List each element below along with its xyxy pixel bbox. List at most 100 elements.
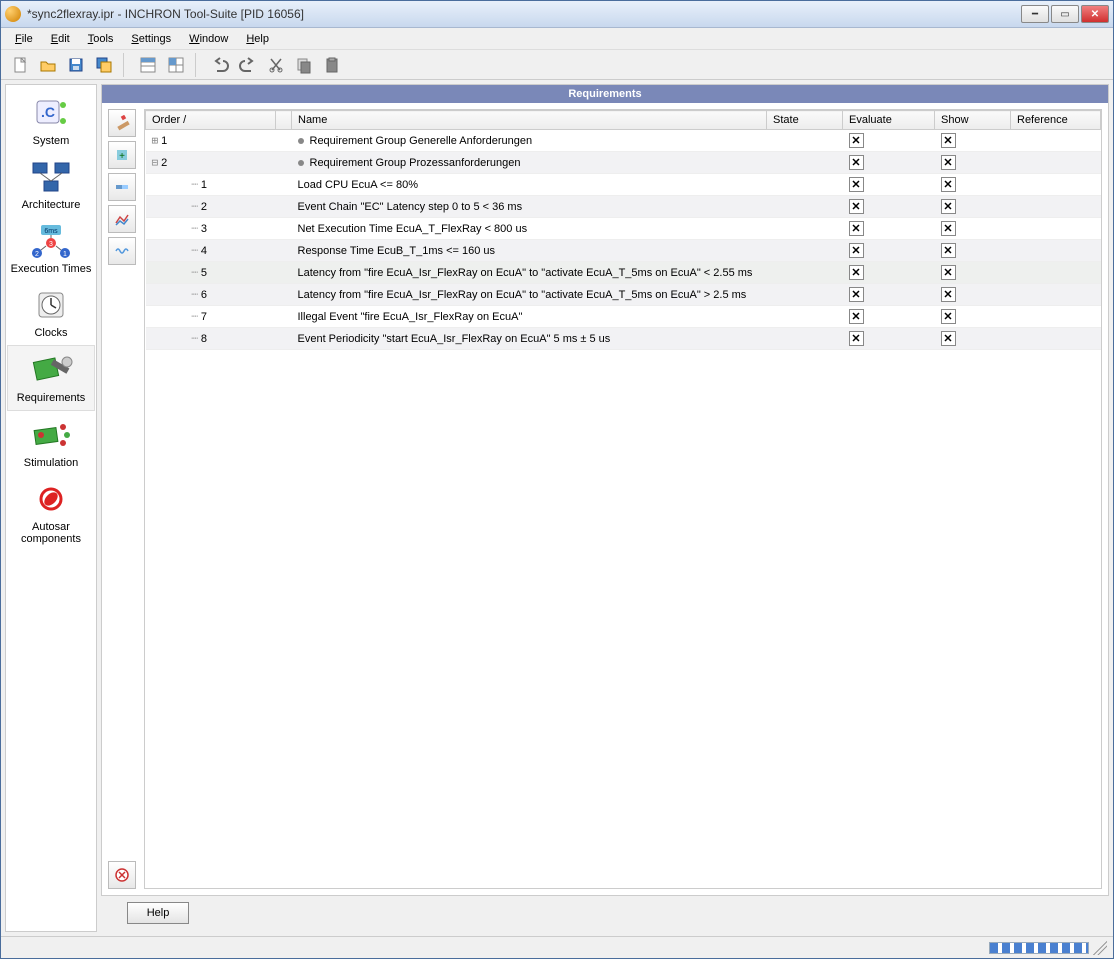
svg-text:.C: .C: [41, 104, 55, 120]
cell-show[interactable]: ✕: [935, 306, 1011, 328]
cell-evaluate[interactable]: ✕: [843, 174, 935, 196]
cell-state: [767, 328, 843, 350]
sidebar-label: System: [7, 135, 95, 147]
cell-reference: [1011, 328, 1101, 350]
toolbar-open-icon[interactable]: [35, 52, 61, 78]
panel-title: Requirements: [102, 85, 1108, 103]
cell-show[interactable]: ✕: [935, 174, 1011, 196]
close-button[interactable]: ✕: [1081, 5, 1109, 23]
toolbar-new-icon[interactable]: [7, 52, 33, 78]
menu-edit[interactable]: Edit: [43, 31, 78, 47]
cell-order: ┈ 7: [146, 306, 276, 328]
menu-window[interactable]: Window: [181, 31, 236, 47]
toolbar-paste-icon[interactable]: [319, 52, 345, 78]
menu-file[interactable]: File: [7, 31, 41, 47]
sidebar-icon: [23, 157, 79, 197]
table-row[interactable]: ┈ 7Illegal Event "fire EcuA_Isr_FlexRay …: [146, 306, 1101, 328]
cell-order: ┈ 3: [146, 218, 276, 240]
sidebar-label: Autosar components: [7, 521, 95, 545]
sidebar-item-autosar-components[interactable]: Autosar components: [7, 475, 95, 551]
table-row[interactable]: ┈ 2Event Chain "EC" Latency step 0 to 5 …: [146, 196, 1101, 218]
toolbar-cut-icon[interactable]: [263, 52, 289, 78]
sidebar-item-architecture[interactable]: Architecture: [7, 153, 95, 217]
cell-show[interactable]: ✕: [935, 328, 1011, 350]
resize-grip[interactable]: [1093, 941, 1107, 955]
menu-settings[interactable]: Settings: [123, 31, 179, 47]
cell-evaluate[interactable]: ✕: [843, 218, 935, 240]
toolbar-redo-icon[interactable]: [235, 52, 261, 78]
col-Name[interactable]: Name: [292, 111, 767, 130]
vtool-delete-icon[interactable]: [108, 861, 136, 889]
toolbar-grid2-icon[interactable]: [163, 52, 189, 78]
cell-evaluate[interactable]: ✕: [843, 130, 935, 152]
progress-indicator: [989, 942, 1089, 954]
vtool-wave-icon[interactable]: [108, 237, 136, 265]
cell-state: [767, 130, 843, 152]
vtool-paint-icon[interactable]: [108, 109, 136, 137]
requirements-table: Order / NameStateEvaluateShowReference ⊞ …: [145, 110, 1101, 350]
table-row[interactable]: ⊞ 1Requirement Group Generelle Anforderu…: [146, 130, 1101, 152]
toolbar-grid1-icon[interactable]: [135, 52, 161, 78]
table-row[interactable]: ┈ 1Load CPU EcuA <= 80%✕✕: [146, 174, 1101, 196]
svg-text:2: 2: [35, 251, 39, 258]
cell-reference: [1011, 152, 1101, 174]
cell-order: ┈ 5: [146, 262, 276, 284]
cell-evaluate[interactable]: ✕: [843, 196, 935, 218]
vtool-add-icon[interactable]: +: [108, 141, 136, 169]
cell-show[interactable]: ✕: [935, 284, 1011, 306]
cell-evaluate[interactable]: ✕: [843, 240, 935, 262]
cell-state: [767, 284, 843, 306]
col-sort[interactable]: [276, 111, 292, 130]
table-row[interactable]: ┈ 5Latency from "fire EcuA_Isr_FlexRay o…: [146, 262, 1101, 284]
table-row[interactable]: ┈ 8Event Periodicity "start EcuA_Isr_Fle…: [146, 328, 1101, 350]
table-row[interactable]: ┈ 4Response Time EcuB_T_1ms <= 160 us✕✕: [146, 240, 1101, 262]
sidebar-item-execution-times[interactable]: 6ms321Execution Times: [7, 217, 95, 281]
col-State[interactable]: State: [767, 111, 843, 130]
requirements-table-wrap[interactable]: Order / NameStateEvaluateShowReference ⊞ …: [144, 109, 1102, 889]
col-Show[interactable]: Show: [935, 111, 1011, 130]
sidebar-icon: [23, 415, 79, 455]
table-row[interactable]: ┈ 6Latency from "fire EcuA_Isr_FlexRay o…: [146, 284, 1101, 306]
toolbar-copy-icon[interactable]: [291, 52, 317, 78]
table-row[interactable]: ┈ 3 Net Execution Time EcuA_T_FlexRay < 8…: [146, 218, 1101, 240]
menu-help[interactable]: Help: [238, 31, 277, 47]
cell-state: [767, 306, 843, 328]
help-button[interactable]: Help: [127, 902, 189, 924]
cell-evaluate[interactable]: ✕: [843, 306, 935, 328]
sidebar-item-clocks[interactable]: Clocks: [7, 281, 95, 345]
cell-evaluate[interactable]: ✕: [843, 328, 935, 350]
cell-show[interactable]: ✕: [935, 130, 1011, 152]
cell-reference: [1011, 218, 1101, 240]
col-Order[interactable]: Order /: [146, 111, 276, 130]
cell-name: Latency from "fire EcuA_Isr_FlexRay on E…: [292, 284, 767, 306]
vtool-chart-icon[interactable]: [108, 205, 136, 233]
window-buttons: ━ ▭ ✕: [1021, 5, 1109, 23]
cell-show[interactable]: ✕: [935, 262, 1011, 284]
toolbar-save-icon[interactable]: [63, 52, 89, 78]
cell-name: Event Chain "EC" Latency step 0 to 5 < 3…: [292, 196, 767, 218]
cell-show[interactable]: ✕: [935, 218, 1011, 240]
sidebar-label: Requirements: [8, 392, 94, 404]
vtool-link-icon[interactable]: [108, 173, 136, 201]
cell-show[interactable]: ✕: [935, 196, 1011, 218]
maximize-button[interactable]: ▭: [1051, 5, 1079, 23]
col-Reference[interactable]: Reference: [1011, 111, 1101, 130]
cell-evaluate[interactable]: ✕: [843, 152, 935, 174]
svg-text:3: 3: [49, 241, 53, 248]
minimize-button[interactable]: ━: [1021, 5, 1049, 23]
menu-tools[interactable]: Tools: [80, 31, 122, 47]
cell-evaluate[interactable]: ✕: [843, 284, 935, 306]
cell-name: Response Time EcuB_T_1ms <= 160 us: [292, 240, 767, 262]
cell-show[interactable]: ✕: [935, 152, 1011, 174]
cell-name: Net Execution Time EcuA_T_FlexRay < 800 …: [292, 218, 767, 240]
cell-state: [767, 174, 843, 196]
cell-show[interactable]: ✕: [935, 240, 1011, 262]
sidebar-item-system[interactable]: .C System: [7, 89, 95, 153]
cell-evaluate[interactable]: ✕: [843, 262, 935, 284]
toolbar-undo-icon[interactable]: [207, 52, 233, 78]
table-row[interactable]: ⊟ 2Requirement Group Prozessanforderunge…: [146, 152, 1101, 174]
toolbar-saveall-icon[interactable]: [91, 52, 117, 78]
sidebar-item-stimulation[interactable]: Stimulation: [7, 411, 95, 475]
sidebar-item-requirements[interactable]: Requirements: [7, 345, 95, 411]
col-Evaluate[interactable]: Evaluate: [843, 111, 935, 130]
